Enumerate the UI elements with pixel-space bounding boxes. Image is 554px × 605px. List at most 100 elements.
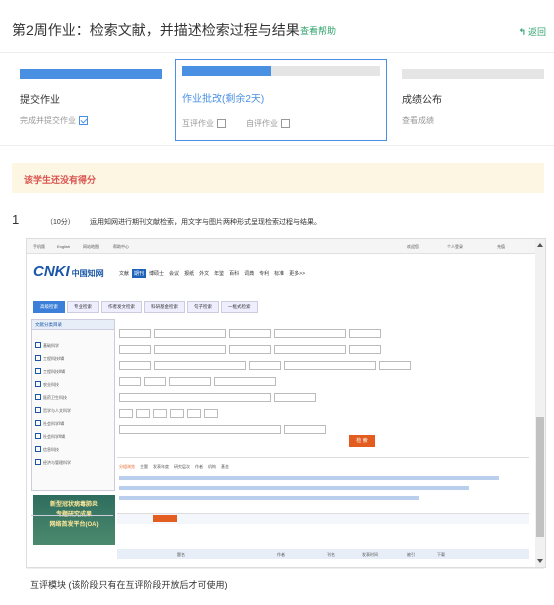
cnki-topbar-item: 手机版 (33, 244, 45, 249)
cnki-results-tabs: 分组浏览 主题 发表年度 研究层次 作者 机构 基金 (119, 464, 234, 470)
progress-fill (182, 66, 272, 76)
cnki-topbar-item: 充值 (497, 244, 505, 249)
banner-line: 新型冠状病毒肺炎 (49, 502, 98, 508)
question-score: （10分） (46, 219, 75, 226)
cnki-category-label: 工程科技Ⅱ辑 (43, 369, 65, 374)
checkbox-empty-icon (217, 119, 226, 128)
cnki-search-form (117, 319, 529, 435)
cnki-nav-tab: 外文 (199, 271, 210, 277)
cnki-nav-tab: 博硕士 (149, 271, 165, 277)
peer-review-text: 互评模块 (该阶段只有在互评阶段开放后才可使用) (30, 580, 228, 590)
answer-image-box[interactable]: 手机版 English 网站地图 帮助中心 欢迎您 个人登录 充值 CNKI 中国… (26, 238, 546, 568)
results-line (119, 496, 419, 500)
scroll-down-icon[interactable] (537, 559, 543, 563)
score-alert: 该学生还没有得分 (12, 163, 544, 193)
cnki-topbar: 手机版 English 网站地图 帮助中心 欢迎您 个人登录 充值 (27, 239, 535, 254)
progress-cards: 提交作业 完成并提交作业 作业批改(剩余2天) 互评作业 自评作业 成绩公布 查看… (0, 52, 554, 146)
progress-bar (402, 69, 544, 79)
search-row (119, 425, 329, 434)
card-title: 作业批改(剩余2天) (182, 94, 265, 105)
checkbox-icon (35, 407, 41, 413)
cnki-nav-tab: 百科 (229, 271, 240, 277)
cnki-category: 医药卫生科技 (35, 394, 67, 401)
table-header: 发表时间 (362, 552, 378, 557)
cnki-search-button: 检 索 (349, 435, 375, 447)
cnki-nav-tab: 更多>> (289, 271, 306, 277)
cnki-category-label: 医药卫生科技 (43, 395, 67, 400)
cnki-sub-tab: 科研基金检索 (144, 301, 185, 313)
progress-bar (182, 66, 380, 76)
answer-scrollbar[interactable] (535, 239, 545, 567)
cnki-nav-tab: 专利 (259, 271, 270, 277)
search-row (119, 345, 384, 354)
results-tab-active: 分组浏览 (119, 464, 135, 469)
subtask-label: 完成并提交作业 (20, 116, 76, 125)
scroll-up-icon[interactable] (537, 243, 543, 247)
cnki-category-label: 工程科技Ⅰ辑 (43, 356, 65, 361)
results-tab: 研究层次 (174, 464, 190, 469)
table-header: 下载 (437, 552, 445, 557)
card-submit: 提交作业 完成并提交作业 (20, 63, 162, 131)
sort-button (153, 515, 177, 522)
cnki-logo-text: CNKI (33, 263, 70, 280)
back-link[interactable]: ↰ 返回 (518, 25, 546, 38)
cnki-topbar-item: 网站地图 (83, 244, 99, 249)
cnki-topbar-item: English (57, 244, 71, 249)
cnki-nav-tab: 会议 (169, 271, 180, 277)
checkbox-icon (35, 459, 41, 465)
back-arrow-icon: ↰ (518, 27, 526, 37)
cnki-topbar-item: 个人登录 (447, 244, 463, 249)
cnki-category-label: 信息科技 (43, 447, 59, 452)
question-number: 1 (12, 212, 20, 227)
help-link[interactable]: 查看帮助 (300, 24, 336, 37)
cnki-sub-tab: 句子检索 (187, 301, 219, 313)
cnki-sub-tab: 专业检索 (67, 301, 99, 313)
subtask-label[interactable]: 自评作业 (246, 119, 278, 128)
search-row (119, 409, 221, 418)
cnki-category-label: 基础科学 (43, 343, 59, 348)
cnki-sub-tab-active: 高级检索 (33, 301, 65, 313)
checkbox-icon (35, 420, 41, 426)
cnki-nav-tab: 报纸 (184, 271, 195, 277)
cnki-sidebar-title: 文献分类目录 (32, 320, 114, 330)
subtasks: 互评作业 自评作业 (182, 118, 290, 129)
subtask: 完成并提交作业 (20, 115, 88, 126)
peer-review-section: 互评模块 (该阶段只有在互评阶段开放后才可使用) (26, 568, 544, 599)
cnki-nav-tab: 词典 (244, 271, 255, 277)
cnki-category-label: 哲学与人文科学 (43, 408, 71, 413)
checkbox-icon (35, 342, 41, 348)
page-header: 第2周作业：检索文献，并描述检索过程与结果 查看帮助 ↰ 返回 (0, 0, 554, 50)
cnki-results-table-header: 题名 作者 刊名 发表时间 被引 下载 (117, 549, 529, 559)
cnki-topbar-item: 欢迎您 (407, 244, 419, 249)
subtask-label[interactable]: 互评作业 (182, 119, 214, 128)
cnki-category-label: 农业科技 (43, 382, 59, 387)
cnki-category: 经济与管理科学 (35, 459, 71, 466)
results-tab: 发表年度 (153, 464, 169, 469)
checkbox-icon (35, 446, 41, 452)
question-text: 运用知网进行期刊文献检索，用文字与图片两种形式呈现检索过程与结果。 (90, 219, 321, 226)
progress-fill (20, 69, 162, 79)
results-tab: 作者 (195, 464, 203, 469)
search-row (119, 329, 384, 338)
cnki-sub-tab: 作者发文检索 (101, 301, 142, 313)
cnki-category: 工程科技Ⅰ辑 (35, 355, 64, 362)
cnki-category: 基础科学 (35, 342, 59, 349)
cnki-category: 社会科学Ⅱ辑 (35, 433, 65, 440)
cnki-nav-tab: 文献 (119, 271, 130, 277)
card-title: 提交作业 (20, 95, 60, 106)
scroll-thumb[interactable] (536, 417, 544, 537)
card-results: 成绩公布 查看成绩 (402, 63, 544, 131)
cnki-nav-tab: 标准 (274, 271, 285, 277)
checkbox-icon (35, 433, 41, 439)
table-header: 作者 (277, 552, 285, 557)
cnki-category-label: 社会科学Ⅰ辑 (43, 421, 65, 426)
cnki-sub-tab: 一框式检索 (221, 301, 258, 313)
results-tab: 基金 (221, 464, 229, 469)
page-title: 第2周作业：检索文献，并描述检索过程与结果 (12, 22, 300, 38)
back-label: 返回 (527, 27, 546, 37)
card-grading: 作业批改(剩余2天) 互评作业 自评作业 (175, 59, 387, 141)
cnki-category-sidebar: 文献分类目录 基础科学 工程科技Ⅰ辑 工程科技Ⅱ辑 农业科技 医药卫生科技 哲学… (31, 319, 115, 491)
subtask-label[interactable]: 查看成绩 (402, 115, 434, 126)
search-row (119, 393, 319, 402)
alert-text: 该学生还没有得分 (24, 175, 97, 185)
